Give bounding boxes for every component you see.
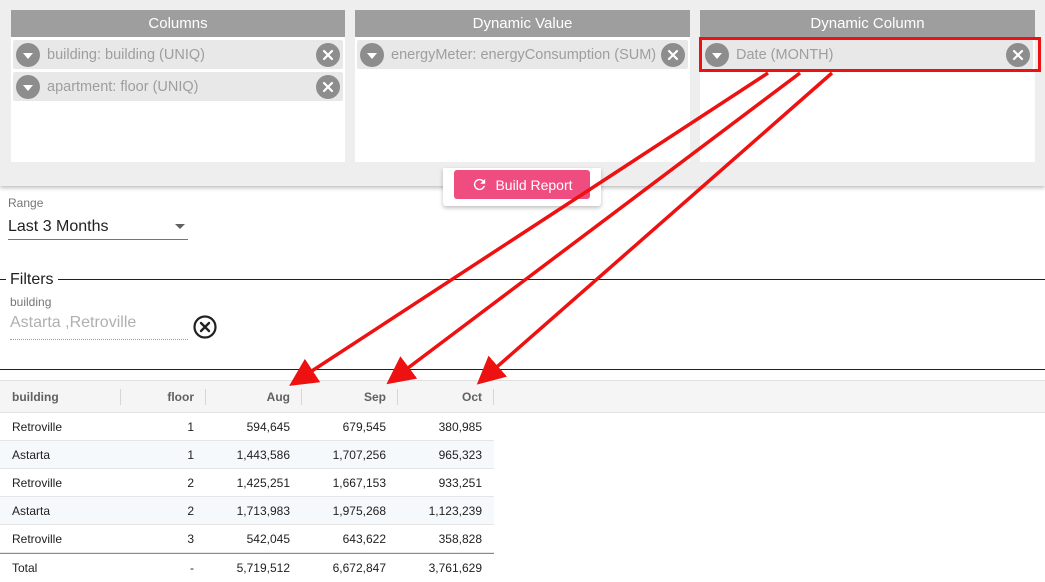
value-chip-energy[interactable]: energyMeter: energyConsumption (SUM) <box>357 40 688 69</box>
refresh-icon <box>474 178 486 191</box>
chip-label: energyMeter: energyConsumption (SUM) <box>391 46 657 63</box>
caret-down-icon <box>175 224 185 229</box>
cell-floor: 3 <box>187 532 194 546</box>
header-building[interactable]: building <box>12 381 112 412</box>
cell-aug: 542,045 <box>246 532 290 546</box>
cell-oct: 380,985 <box>438 420 482 434</box>
build-report-container: Build Report <box>443 168 601 206</box>
cell-sep: 1,975,268 <box>332 504 386 518</box>
filter-values-input[interactable]: Astarta ,Retroville <box>10 314 188 340</box>
build-report-button[interactable]: Build Report <box>454 170 590 199</box>
range-label: Range <box>8 196 44 210</box>
cell-sep: 643,622 <box>342 532 386 546</box>
table-row[interactable]: Retroville 3 542,045 643,622 358,828 <box>0 525 494 553</box>
dynamic-column-panel-title: Dynamic Column <box>700 10 1035 37</box>
cell-oct: 1,123,239 <box>428 504 482 518</box>
pivot-config-area: Columns building: building (UNIQ) apartm… <box>0 0 1045 186</box>
chip-label: building: building (UNIQ) <box>47 46 205 63</box>
column-chip-floor[interactable]: apartment: floor (UNIQ) <box>13 72 343 101</box>
cell-building: Astarta <box>12 448 51 462</box>
table-row[interactable]: Retroville 1 594,645 679,545 380,985 <box>0 413 494 441</box>
header-aug[interactable]: Aug <box>205 381 290 412</box>
cell-sep: 679,545 <box>342 420 386 434</box>
range-value: Last 3 Months <box>8 217 109 235</box>
chip-label: apartment: floor (UNIQ) <box>47 78 199 95</box>
cell-oct: 965,323 <box>438 448 482 462</box>
column-chip-building[interactable]: building: building (UNIQ) <box>13 40 343 69</box>
cell-aug: 1,425,251 <box>236 476 290 490</box>
table-row[interactable]: Astarta 1 1,443,586 1,707,256 965,323 <box>0 441 494 469</box>
cell-total-floor: - <box>190 561 194 575</box>
report-table: building floor Aug Sep Oct Retroville 1 … <box>0 380 1045 582</box>
column-divider <box>493 389 494 405</box>
cell-building: Retroville <box>12 420 63 434</box>
dynamic-value-panel-title: Dynamic Value <box>355 10 690 37</box>
cell-aug: 594,645 <box>246 420 290 434</box>
table-total-row: Total - 5,719,512 6,672,847 3,761,629 <box>0 553 494 581</box>
chevron-down-icon[interactable] <box>16 74 40 99</box>
circle-x-icon <box>193 315 217 339</box>
table-row[interactable]: Retroville 2 1,425,251 1,667,153 933,251 <box>0 469 494 497</box>
cell-sep: 1,667,153 <box>332 476 386 490</box>
annotation-highlight-box <box>699 37 1041 72</box>
close-icon[interactable] <box>316 74 340 99</box>
dynamic-value-panel[interactable]: Dynamic Value energyMeter: energyConsump… <box>355 10 690 162</box>
cell-floor: 1 <box>187 448 194 462</box>
cell-aug: 1,443,586 <box>236 448 290 462</box>
cell-oct: 933,251 <box>438 476 482 490</box>
close-icon[interactable] <box>661 42 685 67</box>
range-select[interactable]: Last 3 Months <box>8 214 188 240</box>
report-builder: Columns building: building (UNIQ) apartm… <box>0 0 1045 582</box>
cell-building: Retroville <box>12 476 63 490</box>
cell-total-sep: 6,672,847 <box>332 561 386 575</box>
filter-field-label: building <box>10 295 52 309</box>
dynamic-column-panel[interactable]: Dynamic Column Date (MONTH) <box>700 10 1035 162</box>
cell-floor: 1 <box>187 420 194 434</box>
cell-sep: 1,707,256 <box>332 448 386 462</box>
cell-total-oct: 3,761,629 <box>428 561 482 575</box>
cell-floor: 2 <box>187 476 194 490</box>
header-floor[interactable]: floor <box>120 381 194 412</box>
columns-panel-title: Columns <box>11 10 345 37</box>
cell-total-label: Total <box>12 561 38 575</box>
cell-floor: 2 <box>187 504 194 518</box>
columns-panel[interactable]: Columns building: building (UNIQ) apartm… <box>11 10 345 162</box>
cell-oct: 358,828 <box>438 532 482 546</box>
cell-building: Retroville <box>12 532 63 546</box>
close-icon[interactable] <box>316 42 340 67</box>
chevron-down-icon[interactable] <box>360 42 384 67</box>
cell-aug: 1,713,983 <box>236 504 290 518</box>
chevron-down-icon[interactable] <box>16 42 40 67</box>
header-oct[interactable]: Oct <box>397 381 482 412</box>
table-row[interactable]: Astarta 2 1,713,983 1,975,268 1,123,239 <box>0 497 494 525</box>
table-header: building floor Aug Sep Oct <box>0 380 1045 413</box>
filters-legend: Filters <box>6 271 58 289</box>
build-report-label: Build Report <box>495 176 573 193</box>
cell-building: Astarta <box>12 504 51 518</box>
cell-total-aug: 5,719,512 <box>236 561 290 575</box>
header-sep[interactable]: Sep <box>301 381 386 412</box>
clear-filter-button[interactable] <box>192 314 218 345</box>
